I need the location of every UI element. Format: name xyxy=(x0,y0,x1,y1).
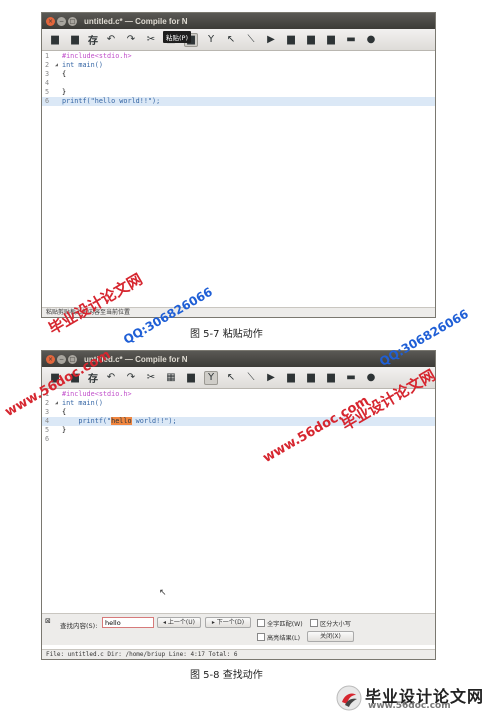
search-match-highlight: hello xyxy=(111,417,132,425)
replace-icon[interactable]: ↖ xyxy=(224,33,238,47)
match-word-checkbox[interactable]: 全字匹配(W) xyxy=(257,619,303,628)
paste-tooltip: 粘贴(P) xyxy=(163,31,191,43)
figure-caption-1: 图 5-7 粘贴动作 xyxy=(190,329,263,340)
help-icon[interactable]: ● xyxy=(364,33,378,47)
paste-icon[interactable]: ▆ xyxy=(184,371,198,385)
goto-icon[interactable]: ⟍ xyxy=(244,371,258,385)
close-find-bar-icon[interactable]: ⊠ xyxy=(45,617,51,625)
code-line[interactable]: 3{ xyxy=(42,70,435,79)
code-line[interactable]: 6 xyxy=(42,435,435,444)
logo-url: www.56doc.com xyxy=(368,701,451,711)
minimize-window-button[interactable]: − xyxy=(57,16,66,26)
help-icon[interactable]: ● xyxy=(364,371,378,385)
find-input[interactable] xyxy=(102,617,154,628)
redo-icon[interactable]: ↷ xyxy=(124,371,138,385)
find-bar: ⊠ 查找内容(S): ◂ 上一个(U) ▸ 下一个(D) 全字匹配(W) 区分大… xyxy=(42,613,435,645)
new-file-icon[interactable]: ▆ xyxy=(48,33,62,47)
window-title: untitled.c* — Compile for N xyxy=(84,16,188,26)
open-file-icon[interactable]: ▆ xyxy=(68,33,82,47)
undo-icon[interactable]: ↶ xyxy=(104,33,118,47)
copy-icon[interactable]: ▦ xyxy=(164,371,178,385)
compile-icon[interactable]: ▆ xyxy=(284,371,298,385)
run-icon[interactable]: ▶ xyxy=(264,33,278,47)
redo-icon[interactable]: ↷ xyxy=(124,33,138,47)
match-case-checkbox[interactable]: 区分大小写 xyxy=(310,619,351,628)
title-bar: × − □ untitled.c* — Compile for N xyxy=(42,13,435,29)
debug-icon[interactable]: ▆ xyxy=(324,371,338,385)
highlight-results-checkbox[interactable]: 高亮结果(L) xyxy=(257,633,300,642)
find-icon[interactable]: Y xyxy=(204,33,218,47)
debug-icon[interactable]: ▆ xyxy=(324,33,338,47)
maximize-window-button[interactable]: □ xyxy=(68,16,77,26)
code-line[interactable]: 5} xyxy=(42,88,435,97)
compile-icon[interactable]: ▆ xyxy=(284,33,298,47)
fold-icon[interactable]: ◢ xyxy=(55,61,58,70)
save-button[interactable]: 存 xyxy=(88,33,98,47)
replace-icon[interactable]: ↖ xyxy=(224,371,238,385)
code-line[interactable]: 4 xyxy=(42,79,435,88)
code-line[interactable]: 5} xyxy=(42,426,435,435)
fold-icon[interactable]: ◢ xyxy=(55,399,58,408)
undo-icon[interactable]: ↶ xyxy=(104,371,118,385)
status-bar: File: untitled.c Dir: /home/briup Line: … xyxy=(42,649,435,659)
find-next-button[interactable]: ▸ 下一个(D) xyxy=(205,617,251,628)
code-editor[interactable]: 1 #include<stdio.h> 2 ◢ int main() 3{ 4 5} … xyxy=(42,52,435,106)
close-window-button[interactable]: × xyxy=(46,16,55,26)
run-icon[interactable]: ▶ xyxy=(264,371,278,385)
toolbar: ▆ ▆ 存 ↶ ↷ ✂ ▦ ▆ Y ↖ ⟍ ▶ ▆ ▆ ▆ ▬ ● xyxy=(42,367,435,389)
figure-caption-2: 图 5-8 查找动作 xyxy=(190,670,263,681)
logo-icon xyxy=(336,685,362,711)
toolbar: ▆ ▆ 存 ↶ ↷ ✂ ▦ ▆ Y ↖ ⟍ ▶ ▆ ▆ ▆ ▬ ● xyxy=(42,29,435,51)
goto-icon[interactable]: ⟍ xyxy=(244,33,258,47)
code-line[interactable]: 1 #include<stdio.h> xyxy=(42,52,435,61)
code-line[interactable]: 2 ◢ int main() xyxy=(42,61,435,70)
settings-icon[interactable]: ▬ xyxy=(344,371,358,385)
current-code-line[interactable]: 6 printf("hello world!!"); xyxy=(42,97,435,106)
cut-icon[interactable]: ✂ xyxy=(144,371,158,385)
build-icon[interactable]: ▆ xyxy=(304,371,318,385)
find-icon[interactable]: Y xyxy=(204,370,218,385)
find-previous-button[interactable]: ◂ 上一个(U) xyxy=(157,617,201,628)
editor-window-paste: × − □ untitled.c* — Compile for N ▆ ▆ 存 … xyxy=(41,12,436,318)
close-window-button[interactable]: × xyxy=(46,354,55,364)
mouse-pointer-icon: ↖ xyxy=(159,588,167,598)
settings-icon[interactable]: ▬ xyxy=(344,33,358,47)
close-find-button[interactable]: 关闭(X) xyxy=(307,631,354,642)
site-logo: 毕业设计论文网 www.56doc.com xyxy=(336,682,491,714)
minimize-window-button[interactable]: − xyxy=(57,354,66,364)
cut-icon[interactable]: ✂ xyxy=(144,33,158,47)
build-icon[interactable]: ▆ xyxy=(304,33,318,47)
maximize-window-button[interactable]: □ xyxy=(68,354,77,364)
find-label: 查找内容(S): xyxy=(60,622,98,630)
